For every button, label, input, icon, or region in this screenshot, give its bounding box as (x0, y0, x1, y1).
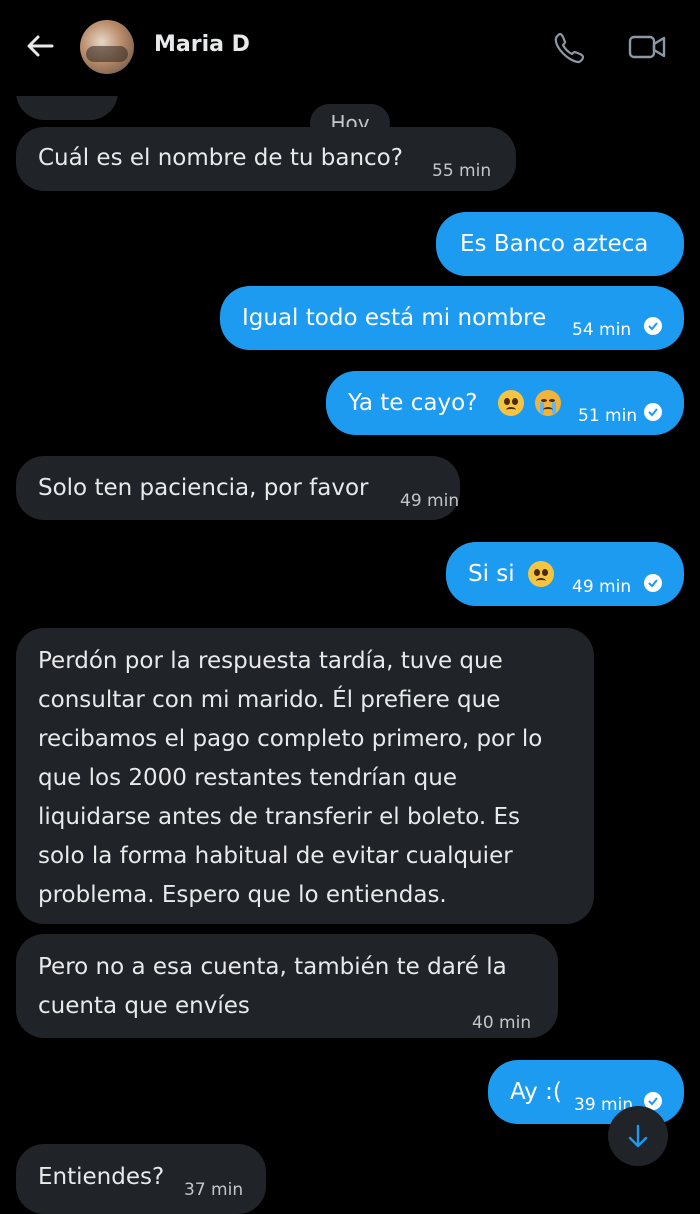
emoji-group (494, 390, 562, 420)
message-text: Igual todo está mi nombre (242, 305, 547, 331)
read-receipt-icon (644, 574, 662, 592)
message-text: Cuál es el nombre de tu banco? (38, 145, 403, 171)
emoji-group (524, 561, 554, 591)
contact-name[interactable]: Maria D (154, 32, 250, 57)
message-outgoing[interactable]: Si si 49 min (446, 542, 684, 606)
message-text: Ya te cayo? (348, 390, 478, 416)
message-time: 51 min (578, 406, 638, 426)
chat-header: Maria D (0, 0, 700, 96)
message-text: Es Banco azteca (460, 231, 649, 257)
crying-face-icon (535, 390, 562, 416)
message-text: Si si (468, 561, 515, 587)
message-time: 55 min (432, 161, 492, 181)
arrow-down-icon (628, 1124, 648, 1148)
message-incoming[interactable]: Entiendes? 37 min (16, 1144, 266, 1214)
message-outgoing[interactable]: Es Banco azteca (436, 212, 684, 276)
phone-icon[interactable] (552, 30, 586, 64)
message-time: 54 min (572, 320, 632, 340)
message-time: 49 min (400, 491, 460, 511)
message-text: Solo ten paciencia, por favor (38, 475, 369, 501)
message-time: 49 min (572, 577, 632, 597)
message-time: 40 min (472, 1013, 532, 1033)
message-incoming[interactable]: Pero no a esa cuenta, también te daré la… (16, 934, 558, 1038)
message-text: Perdón por la respuesta tardía, tuve que… (38, 648, 543, 908)
message-incoming[interactable]: Cuál es el nombre de tu banco? 55 min (16, 127, 516, 191)
avatar[interactable] (80, 20, 134, 74)
read-receipt-icon (644, 403, 662, 421)
pleading-face-icon (498, 390, 524, 416)
message-outgoing[interactable]: Igual todo está mi nombre 54 min (220, 286, 684, 350)
video-camera-icon[interactable] (628, 32, 668, 62)
message-text: Entiendes? (38, 1164, 165, 1190)
scroll-to-bottom-button[interactable] (608, 1106, 668, 1166)
message-incoming[interactable]: Perdón por la respuesta tardía, tuve que… (16, 628, 594, 924)
message-text: Pero no a esa cuenta, también te daré la… (38, 954, 507, 1019)
back-arrow-icon[interactable] (24, 30, 56, 62)
message-outgoing[interactable]: Ya te cayo? 51 min (326, 371, 684, 435)
pleading-face-icon (528, 561, 554, 587)
read-receipt-icon (644, 317, 662, 335)
message-time: 37 min (184, 1180, 244, 1200)
message-incoming[interactable]: Solo ten paciencia, por favor 49 min (16, 456, 460, 520)
message-text: Ay :( (510, 1079, 562, 1105)
